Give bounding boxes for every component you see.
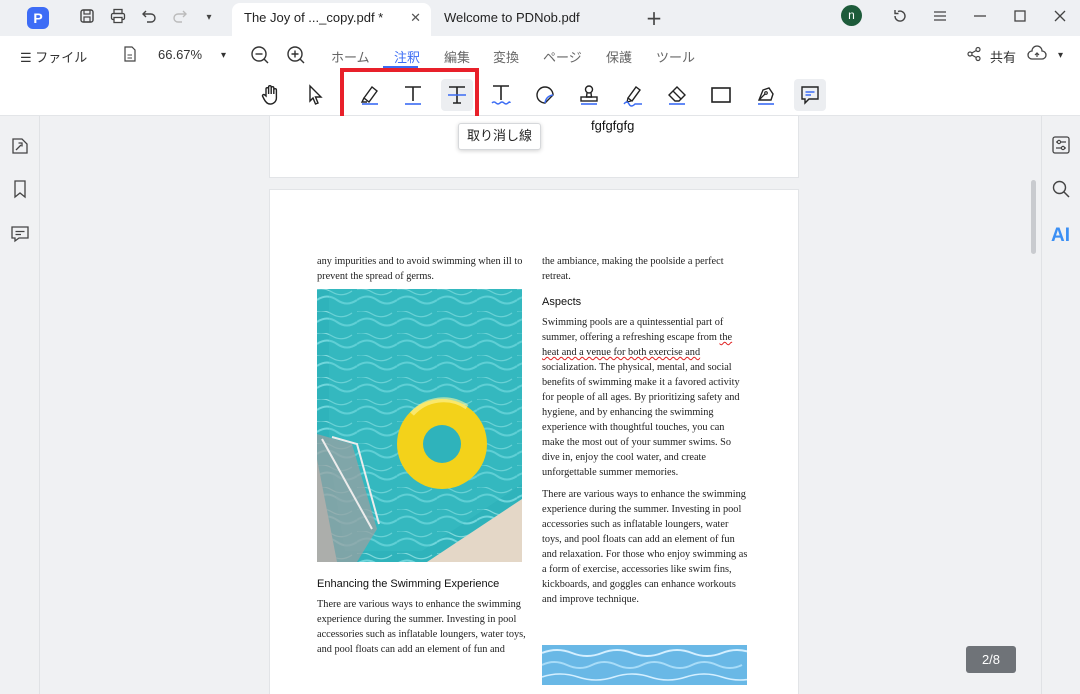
text-run: socialization. The physical, mental, and… bbox=[542, 362, 740, 478]
bookmark-icon[interactable] bbox=[10, 179, 32, 201]
thumbnail-icon[interactable] bbox=[10, 136, 32, 158]
tab-convert[interactable]: 変換 bbox=[493, 47, 519, 66]
text-run: Swimming pools are a quintessential part… bbox=[542, 317, 724, 343]
print-icon[interactable] bbox=[108, 8, 128, 28]
tab-edit[interactable]: 編集 bbox=[444, 47, 470, 66]
menu-icon[interactable] bbox=[930, 8, 950, 28]
left-column-bottom: Enhancing the Swimming Experience There … bbox=[317, 578, 527, 664]
paragraph: Swimming pools are a quintessential part… bbox=[542, 315, 749, 480]
zoom-in-icon[interactable] bbox=[286, 45, 308, 67]
paragraph: There are various ways to enhance the sw… bbox=[542, 489, 748, 605]
tab-current-document[interactable]: The Joy of ..._copy.pdf * ✕ bbox=[232, 3, 431, 36]
sticky-note-icon[interactable] bbox=[529, 79, 561, 111]
left-sidebar bbox=[0, 116, 40, 694]
more-dropdown-icon[interactable]: ▾ bbox=[1058, 50, 1063, 61]
menu-bar: ☰ ファイル 66.67% ▾ ホーム 注釈 編集 変換 ページ 保護 ツール … bbox=[0, 36, 1080, 74]
share-icon[interactable] bbox=[966, 46, 988, 68]
minimize-icon[interactable] bbox=[970, 8, 990, 28]
title-bar: P ▾ The Joy of ..._copy.pdf * ✕ Welcome … bbox=[0, 0, 1080, 36]
paragraph: There are various ways to enhance the sw… bbox=[317, 599, 526, 655]
left-column-top: any impurities and to avoid swimming whe… bbox=[317, 254, 527, 291]
close-window-icon[interactable] bbox=[1050, 8, 1070, 28]
section-heading: Enhancing the Swimming Experience bbox=[317, 578, 500, 590]
sync-icon[interactable] bbox=[890, 8, 910, 28]
strikethrough-tooltip: 取り消し線 bbox=[458, 123, 542, 150]
undo-icon[interactable] bbox=[139, 8, 159, 28]
eraser-icon[interactable] bbox=[661, 79, 693, 111]
vertical-scrollbar[interactable] bbox=[1031, 180, 1036, 254]
avatar[interactable]: n bbox=[841, 5, 862, 26]
tab-welcome-document[interactable]: Welcome to PDNob.pdf bbox=[432, 3, 622, 36]
section-heading: Aspects bbox=[542, 296, 582, 308]
share-button[interactable]: 共有 bbox=[990, 47, 1016, 66]
comment-list-icon[interactable] bbox=[10, 224, 32, 246]
water-image bbox=[542, 645, 747, 685]
signature-icon[interactable] bbox=[617, 79, 649, 111]
save-icon[interactable] bbox=[77, 8, 97, 28]
quick-access-dropdown-icon[interactable]: ▾ bbox=[199, 8, 219, 28]
document-viewport[interactable]: fgfgfgfg any impurities and to avoid swi… bbox=[41, 116, 1041, 694]
new-tab-button[interactable]: + bbox=[644, 8, 664, 28]
zoom-out-icon[interactable] bbox=[250, 45, 272, 67]
squiggly-icon[interactable] bbox=[485, 79, 517, 111]
pool-image bbox=[317, 289, 522, 562]
tab-tools[interactable]: ツール bbox=[656, 47, 695, 66]
paragraph: any impurities and to avoid swimming whe… bbox=[317, 256, 523, 282]
select-arrow-icon[interactable] bbox=[299, 79, 331, 111]
annotation-toolbar bbox=[0, 74, 1080, 116]
redo-icon[interactable] bbox=[170, 8, 190, 28]
stamp-icon[interactable] bbox=[573, 79, 605, 111]
tab-label: The Joy of ..._copy.pdf * bbox=[244, 10, 384, 25]
zoom-level[interactable]: 66.67% bbox=[158, 47, 202, 62]
tab-home[interactable]: ホーム bbox=[331, 47, 370, 66]
search-icon[interactable] bbox=[1051, 179, 1073, 201]
hand-icon[interactable] bbox=[255, 79, 287, 111]
close-tab-icon[interactable]: ✕ bbox=[410, 3, 421, 33]
rectangle-icon[interactable] bbox=[705, 79, 737, 111]
properties-icon[interactable] bbox=[1051, 135, 1073, 157]
pen-icon[interactable] bbox=[750, 79, 782, 111]
right-column: the ambiance, making the poolside a perf… bbox=[542, 254, 749, 614]
paragraph: the ambiance, making the poolside a perf… bbox=[542, 256, 724, 282]
svg-text:AI: AI bbox=[1051, 225, 1070, 245]
tool-highlight-frame bbox=[340, 68, 479, 120]
file-menu[interactable]: ☰ ファイル bbox=[20, 47, 87, 66]
cloud-upload-icon[interactable] bbox=[1027, 45, 1049, 67]
app-logo-icon: P bbox=[27, 7, 49, 29]
zoom-dropdown-icon[interactable]: ▾ bbox=[221, 50, 226, 61]
tab-annotate[interactable]: 注釈 bbox=[394, 47, 420, 66]
page-layout-icon[interactable] bbox=[121, 45, 143, 67]
right-sidebar: AI bbox=[1041, 116, 1080, 694]
tab-protect[interactable]: 保護 bbox=[606, 47, 632, 66]
page-indicator: 2/8 bbox=[966, 646, 1016, 673]
page-1-text: fgfgfgfg bbox=[591, 118, 635, 133]
comment-icon[interactable] bbox=[794, 79, 826, 111]
tab-page[interactable]: ページ bbox=[543, 47, 582, 66]
maximize-icon[interactable] bbox=[1010, 8, 1030, 28]
ai-icon[interactable]: AI bbox=[1050, 223, 1072, 246]
tab-label: Welcome to PDNob.pdf bbox=[444, 10, 580, 25]
